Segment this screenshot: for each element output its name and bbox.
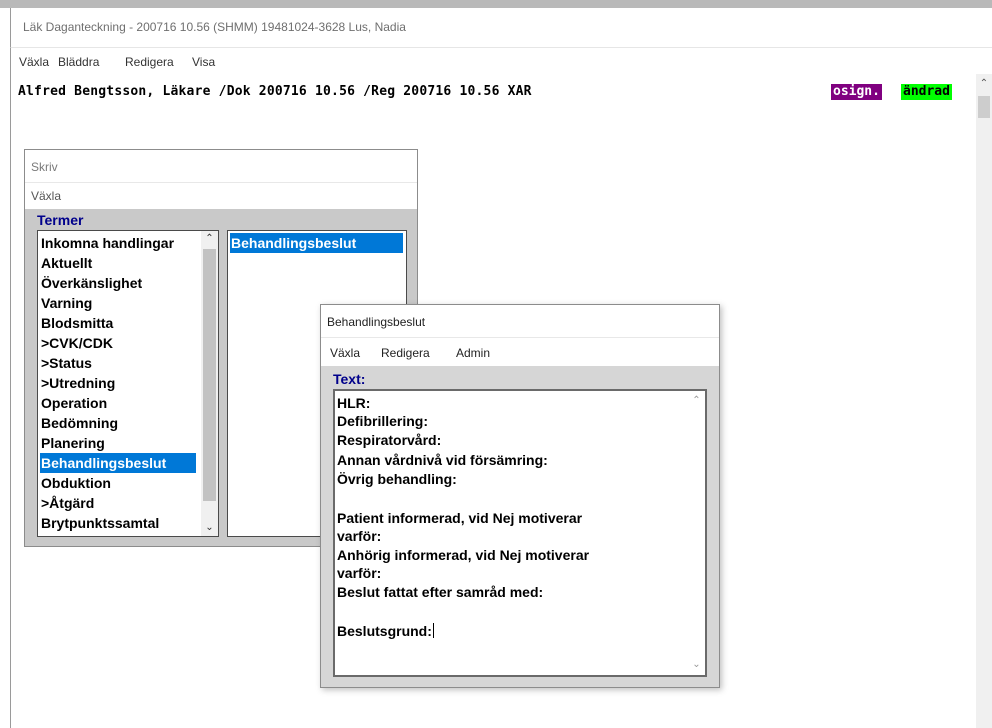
terms-list[interactable]: Inkomna handlingar Aktuellt Överkänsligh… [37,230,219,537]
status-badge-osign: osign. [831,84,882,100]
term-item[interactable]: >Status [40,353,196,373]
chevron-down-icon[interactable]: ⌄ [201,520,218,536]
term-item[interactable]: Bedömning [40,413,196,433]
menu-vaxla[interactable]: Växla [19,55,49,69]
text-line: varför: [337,565,382,581]
text-scrollbar[interactable]: ⌃ ⌄ [688,391,705,675]
text-line: Defibrillering: [337,413,429,429]
chevron-up-icon[interactable]: ⌃ [201,231,218,247]
term-item[interactable]: Aktuellt [40,253,196,273]
term-item[interactable]: Överkänslighet [40,273,196,293]
beh-title-bar[interactable]: Behandlingsbeslut [321,305,719,337]
term-item[interactable]: Blodsmitta [40,313,196,333]
main-title-bar: Läk Daganteckning - 200716 10.56 (SHMM) … [10,8,992,47]
text-line-last: Beslutsgrund: [337,622,434,640]
text-line: Beslut fattat efter samråd med: [337,584,544,600]
chevron-up-icon[interactable]: ⌃ [976,74,992,94]
status-badge-andrad: ändrad [901,84,952,100]
menu-redigera[interactable]: Redigera [125,55,174,69]
text-line: HLR: [337,395,371,411]
term-item[interactable]: Brytpunktssamtal [40,513,196,533]
terms-scroll-thumb[interactable] [203,249,216,501]
text-line: varför: [337,528,382,544]
skriv-title-bar[interactable]: Skriv [25,150,417,182]
text-caret [432,623,434,638]
chevron-up-icon[interactable]: ⌃ [688,393,705,409]
beh-text-area[interactable]: HLR: Defibrillering: Respiratorvård: Ann… [333,389,707,677]
term-item[interactable]: Obduktion [40,473,196,493]
term-item[interactable]: >Åtgärd [40,493,196,513]
term-item[interactable]: >Utredning [40,373,196,393]
skriv-menu-bar: Växla [25,182,417,209]
skriv-menu-vaxla[interactable]: Växla [31,189,61,203]
chevron-down-icon[interactable]: ⌄ [688,657,705,673]
subterm-item-selected[interactable]: Behandlingsbeslut [230,233,403,253]
terms-scrollbar[interactable]: ⌃ ⌄ [201,231,218,536]
term-item-selected[interactable]: Behandlingsbeslut [40,453,196,473]
term-item[interactable]: >CVK/CDK [40,333,196,353]
menu-bladdra[interactable]: Bläddra [58,55,99,69]
behandlingsbeslut-window: Behandlingsbeslut Växla Redigera Admin T… [320,304,720,688]
beh-title: Behandlingsbeslut [327,315,426,329]
term-item[interactable]: Operation [40,393,196,413]
skriv-title: Skriv [31,160,58,174]
text-line: Anhörig informerad, vid Nej motiverar [337,547,590,563]
term-item[interactable]: Varning [40,293,196,313]
main-window-title: Läk Daganteckning - 200716 10.56 (SHMM) … [23,20,406,34]
screen-top-strip [0,0,992,8]
document-scrollbar[interactable]: ⌃ [976,74,992,728]
beh-menu-redigera[interactable]: Redigera [381,346,430,360]
text-line: Övrig behandling: [337,471,457,487]
text-line: Respiratorvård: [337,432,442,448]
term-item[interactable]: Planering [40,433,196,453]
beh-menu-admin[interactable]: Admin [456,346,490,360]
beh-menu-bar: Växla Redigera Admin [321,337,719,366]
text-label: Text: [333,371,366,387]
beh-menu-vaxla[interactable]: Växla [330,346,360,360]
main-menu-bar: Växla Bläddra Redigera Visa [10,47,992,74]
termer-label: Termer [37,212,84,228]
menu-visa[interactable]: Visa [192,55,215,69]
term-item[interactable]: Inkomna handlingar [40,233,196,253]
text-line: Patient informerad, vid Nej motiverar [337,510,583,526]
text-line: Annan vårdnivå vid försämring: [337,452,548,468]
scrollbar-thumb[interactable] [978,96,990,118]
note-header: Alfred Bengtsson, Läkare /Dok 200716 10.… [18,84,532,99]
text-line-content: Beslutsgrund: [337,623,432,639]
